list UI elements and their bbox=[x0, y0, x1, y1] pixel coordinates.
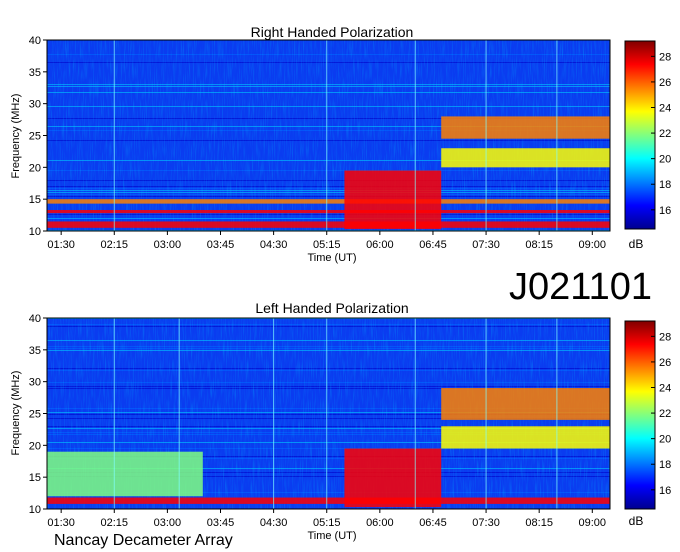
colorbar-tick-label: 22 bbox=[659, 408, 671, 420]
x-tick-label: 05:15 bbox=[313, 517, 341, 529]
emission-region bbox=[441, 116, 610, 139]
x-tick-label: 06:45 bbox=[419, 239, 447, 251]
y-tick-label: 15 bbox=[29, 194, 41, 206]
heatmap-area bbox=[47, 40, 610, 231]
x-axis: 01:30 02:15 03:00 03:45 04:30 05:15 06:00 06:45… bbox=[47, 231, 606, 251]
colorbar-tick-label: 18 bbox=[659, 459, 671, 471]
x-tick-label: 05:15 bbox=[313, 239, 341, 251]
y-tick-label: 25 bbox=[29, 131, 41, 143]
colorbar-tick-label: 28 bbox=[659, 51, 671, 63]
colorbar-tick-label: 24 bbox=[659, 383, 671, 395]
colorbar-label: dB bbox=[629, 237, 644, 251]
x-tick-label: 06:45 bbox=[419, 517, 447, 529]
colorbar-tick-label: 18 bbox=[659, 179, 671, 191]
x-tick-label: 04:30 bbox=[260, 239, 288, 251]
x-axis: 01:30 02:15 03:00 03:45 04:30 05:15 06:00 06:45… bbox=[47, 509, 606, 529]
y-tick-label: 30 bbox=[29, 99, 41, 111]
panel-title: Right Handed Polarization bbox=[251, 24, 414, 40]
y-tick-label: 20 bbox=[29, 440, 41, 452]
panel-right-handed: Right Handed Polarization 10 15 20 25 30 35 40… bbox=[10, 24, 671, 264]
y-tick-label: 10 bbox=[29, 504, 41, 516]
x-tick-label: 09:00 bbox=[579, 517, 607, 529]
x-axis-label: Time (UT) bbox=[307, 252, 356, 264]
x-tick-label: 03:00 bbox=[154, 517, 182, 529]
y-axis: 10 15 20 25 30 35 40 bbox=[29, 35, 47, 238]
y-axis-label: Frequency (MHz) bbox=[10, 371, 22, 456]
x-tick-label: 03:00 bbox=[154, 239, 182, 251]
panel-title: Left Handed Polarization bbox=[255, 300, 408, 316]
instrument-name: Nancay Decameter Array bbox=[54, 532, 233, 549]
y-axis-label: Frequency (MHz) bbox=[10, 94, 22, 179]
x-tick-label: 04:30 bbox=[260, 517, 288, 529]
x-tick-label: 06:00 bbox=[366, 517, 394, 529]
y-tick-label: 10 bbox=[29, 226, 41, 238]
emission-region bbox=[441, 148, 610, 168]
x-tick-label: 02:15 bbox=[101, 517, 129, 529]
emission-region bbox=[344, 170, 442, 230]
spectrogram-figure: Right Handed Polarization 10 15 20 25 30 35 40… bbox=[10, 24, 671, 549]
emission-region bbox=[441, 388, 610, 420]
x-tick-label: 09:00 bbox=[579, 239, 607, 251]
emission-region bbox=[47, 497, 610, 504]
x-tick-label: 08:15 bbox=[525, 239, 553, 251]
x-tick-label: 06:00 bbox=[366, 239, 394, 251]
colorbar-tick-label: 16 bbox=[659, 485, 671, 497]
panel-left-handed: Left Handed Polarization 10152025303540 … bbox=[10, 300, 671, 542]
colorbar-tick-label: 26 bbox=[659, 77, 671, 89]
emission-region bbox=[441, 426, 610, 449]
y-tick-label: 35 bbox=[29, 67, 41, 79]
colorbar-label: dB bbox=[629, 514, 644, 528]
x-tick-label: 02:15 bbox=[101, 239, 129, 251]
x-tick-label: 01:30 bbox=[47, 517, 75, 529]
emission-region bbox=[344, 448, 442, 508]
x-tick-label: 03:45 bbox=[207, 239, 235, 251]
colorbar-tick-label: 22 bbox=[659, 128, 671, 140]
y-tick-label: 40 bbox=[29, 35, 41, 47]
emission-region bbox=[47, 199, 610, 204]
emission-region bbox=[47, 221, 610, 228]
y-tick-label: 20 bbox=[29, 162, 41, 174]
colorbar-tick-label: 24 bbox=[659, 103, 671, 115]
colorbar-tick-label: 28 bbox=[659, 331, 671, 343]
colorbar-tick-label: 20 bbox=[659, 434, 671, 446]
x-tick-label: 07:30 bbox=[472, 517, 500, 529]
colorbar-tick-label: 16 bbox=[659, 205, 671, 217]
y-tick-label: 25 bbox=[29, 409, 41, 421]
y-axis: 10 15 20 25 30 35 40 bbox=[29, 313, 47, 516]
colorbar-tick-label: 20 bbox=[659, 154, 671, 166]
observation-id: J021101 bbox=[509, 266, 652, 308]
x-tick-label: 03:45 bbox=[207, 517, 235, 529]
y-tick-label: 40 bbox=[29, 313, 41, 325]
colorbar: 16 18 20 22 24 26 28 dB bbox=[624, 40, 671, 251]
y-tick-label: 15 bbox=[29, 472, 41, 484]
x-tick-label: 07:30 bbox=[472, 239, 500, 251]
colorbar-tick-label: 26 bbox=[659, 357, 671, 369]
y-tick-label: 35 bbox=[29, 345, 41, 357]
y-tick-label: 30 bbox=[29, 377, 41, 389]
emission-region bbox=[47, 209, 610, 214]
x-tick-label: 08:15 bbox=[525, 517, 553, 529]
x-axis-label: Time (UT) bbox=[307, 530, 356, 542]
heatmap-area bbox=[47, 318, 610, 509]
x-tick-label: 01:30 bbox=[47, 239, 75, 251]
colorbar: 16 18 20 22 24 26 28 dB bbox=[624, 320, 671, 528]
